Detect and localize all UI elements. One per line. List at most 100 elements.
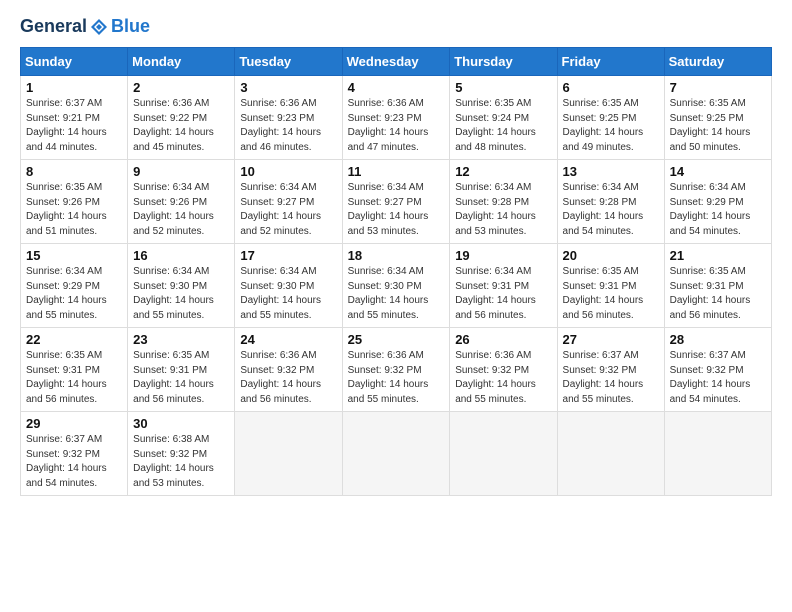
day-info: Sunrise: 6:36 AMSunset: 9:23 PMDaylight:… — [240, 97, 336, 155]
day-number: 3 — [240, 80, 336, 95]
day-info: Sunrise: 6:35 AMSunset: 9:31 PMDaylight:… — [133, 349, 229, 407]
day-number: 5 — [455, 80, 551, 95]
day-number: 7 — [670, 80, 766, 95]
calendar-day-cell: 8 Sunrise: 6:35 AMSunset: 9:26 PMDaylight… — [21, 160, 128, 244]
day-number: 14 — [670, 164, 766, 179]
day-info: Sunrise: 6:35 AMSunset: 9:26 PMDaylight:… — [26, 181, 122, 239]
day-info: Sunrise: 6:37 AMSunset: 9:32 PMDaylight:… — [670, 349, 766, 407]
calendar-day-cell: 15 Sunrise: 6:34 AMSunset: 9:29 PMDayligh… — [21, 244, 128, 328]
empty-cell — [235, 412, 342, 496]
calendar-day-cell: 22Sunrise: 6:35 AMSunset: 9:31 PMDayligh… — [21, 328, 128, 412]
day-number: 29 — [26, 416, 122, 431]
day-number: 25 — [348, 332, 445, 347]
day-info: Sunrise: 6:34 AMSunset: 9:27 PMDaylight:… — [348, 181, 445, 239]
calendar-day-cell: 19 Sunrise: 6:34 AMSunset: 9:31 PMDayligh… — [450, 244, 557, 328]
calendar-day-cell: 28 Sunrise: 6:37 AMSunset: 9:32 PMDayligh… — [664, 328, 771, 412]
day-info: Sunrise: 6:35 AMSunset: 9:25 PMDaylight:… — [563, 97, 659, 155]
day-info: Sunrise: 6:36 AMSunset: 9:22 PMDaylight:… — [133, 97, 229, 155]
day-info: Sunrise: 6:34 AMSunset: 9:30 PMDaylight:… — [133, 265, 229, 323]
day-info: Sunrise: 6:34 AMSunset: 9:29 PMDaylight:… — [670, 181, 766, 239]
day-number: 19 — [455, 248, 551, 263]
day-number: 22 — [26, 332, 122, 347]
day-info: Sunrise: 6:36 AMSunset: 9:32 PMDaylight:… — [348, 349, 445, 407]
calendar-day-cell: 17Sunrise: 6:34 AMSunset: 9:30 PMDayligh… — [235, 244, 342, 328]
day-number: 1 — [26, 80, 122, 95]
calendar-day-cell: 16 Sunrise: 6:34 AMSunset: 9:30 PMDayligh… — [128, 244, 235, 328]
day-header-friday: Friday — [557, 48, 664, 76]
day-number: 30 — [133, 416, 229, 431]
day-info: Sunrise: 6:34 AMSunset: 9:31 PMDaylight:… — [455, 265, 551, 323]
day-number: 16 — [133, 248, 229, 263]
calendar-day-cell: 30 Sunrise: 6:38 AMSunset: 9:32 PMDayligh… — [128, 412, 235, 496]
day-number: 28 — [670, 332, 766, 347]
calendar-day-cell: 27 Sunrise: 6:37 AMSunset: 9:32 PMDayligh… — [557, 328, 664, 412]
day-info: Sunrise: 6:34 AMSunset: 9:28 PMDaylight:… — [563, 181, 659, 239]
calendar-day-cell: 6 Sunrise: 6:35 AMSunset: 9:25 PMDaylight… — [557, 76, 664, 160]
day-info: Sunrise: 6:34 AMSunset: 9:27 PMDaylight:… — [240, 181, 336, 239]
calendar-day-cell: 23 Sunrise: 6:35 AMSunset: 9:31 PMDayligh… — [128, 328, 235, 412]
day-number: 8 — [26, 164, 122, 179]
day-info: Sunrise: 6:36 AMSunset: 9:32 PMDaylight:… — [240, 349, 336, 407]
calendar-week-row: 29Sunrise: 6:37 AMSunset: 9:32 PMDayligh… — [21, 412, 772, 496]
day-info: Sunrise: 6:35 AMSunset: 9:31 PMDaylight:… — [670, 265, 766, 323]
day-header-monday: Monday — [128, 48, 235, 76]
calendar-day-cell: 9Sunrise: 6:34 AMSunset: 9:26 PMDaylight… — [128, 160, 235, 244]
page: General Blue SundayMondayTuesdayWednesda… — [0, 0, 792, 612]
day-number: 21 — [670, 248, 766, 263]
day-number: 27 — [563, 332, 659, 347]
calendar-day-cell: 20 Sunrise: 6:35 AMSunset: 9:31 PMDayligh… — [557, 244, 664, 328]
calendar-day-cell: 18 Sunrise: 6:34 AMSunset: 9:30 PMDayligh… — [342, 244, 450, 328]
empty-cell — [557, 412, 664, 496]
day-info: Sunrise: 6:35 AMSunset: 9:24 PMDaylight:… — [455, 97, 551, 155]
calendar-day-cell: 26Sunrise: 6:36 AMSunset: 9:32 PMDayligh… — [450, 328, 557, 412]
day-header-thursday: Thursday — [450, 48, 557, 76]
day-info: Sunrise: 6:34 AMSunset: 9:30 PMDaylight:… — [348, 265, 445, 323]
calendar-day-cell: 24 Sunrise: 6:36 AMSunset: 9:32 PMDayligh… — [235, 328, 342, 412]
logo: General Blue — [20, 16, 150, 37]
calendar-week-row: 1Sunrise: 6:37 AMSunset: 9:21 PMDaylight… — [21, 76, 772, 160]
day-info: Sunrise: 6:35 AMSunset: 9:31 PMDaylight:… — [563, 265, 659, 323]
day-number: 12 — [455, 164, 551, 179]
empty-cell — [450, 412, 557, 496]
day-number: 23 — [133, 332, 229, 347]
day-number: 18 — [348, 248, 445, 263]
day-number: 20 — [563, 248, 659, 263]
day-header-sunday: Sunday — [21, 48, 128, 76]
calendar-day-cell: 5 Sunrise: 6:35 AMSunset: 9:24 PMDaylight… — [450, 76, 557, 160]
day-info: Sunrise: 6:38 AMSunset: 9:32 PMDaylight:… — [133, 433, 229, 491]
calendar-day-cell: 14 Sunrise: 6:34 AMSunset: 9:29 PMDayligh… — [664, 160, 771, 244]
day-number: 15 — [26, 248, 122, 263]
calendar-day-cell: 11 Sunrise: 6:34 AMSunset: 9:27 PMDayligh… — [342, 160, 450, 244]
calendar-table: SundayMondayTuesdayWednesdayThursdayFrid… — [20, 47, 772, 496]
day-number: 10 — [240, 164, 336, 179]
day-number: 11 — [348, 164, 445, 179]
day-header-tuesday: Tuesday — [235, 48, 342, 76]
calendar-day-cell: 25 Sunrise: 6:36 AMSunset: 9:32 PMDayligh… — [342, 328, 450, 412]
day-header-saturday: Saturday — [664, 48, 771, 76]
day-number: 26 — [455, 332, 551, 347]
day-info: Sunrise: 6:34 AMSunset: 9:29 PMDaylight:… — [26, 265, 122, 323]
day-info: Sunrise: 6:34 AMSunset: 9:28 PMDaylight:… — [455, 181, 551, 239]
calendar-week-row: 8 Sunrise: 6:35 AMSunset: 9:26 PMDaylight… — [21, 160, 772, 244]
calendar-day-cell: 1Sunrise: 6:37 AMSunset: 9:21 PMDaylight… — [21, 76, 128, 160]
calendar-day-cell: 10 Sunrise: 6:34 AMSunset: 9:27 PMDayligh… — [235, 160, 342, 244]
header: General Blue — [20, 16, 772, 37]
day-info: Sunrise: 6:37 AMSunset: 9:32 PMDaylight:… — [563, 349, 659, 407]
calendar-day-cell: 21 Sunrise: 6:35 AMSunset: 9:31 PMDayligh… — [664, 244, 771, 328]
day-info: Sunrise: 6:34 AMSunset: 9:26 PMDaylight:… — [133, 181, 229, 239]
day-number: 24 — [240, 332, 336, 347]
calendar-day-cell: 13Sunrise: 6:34 AMSunset: 9:28 PMDayligh… — [557, 160, 664, 244]
empty-cell — [664, 412, 771, 496]
calendar-day-cell: 12 Sunrise: 6:34 AMSunset: 9:28 PMDayligh… — [450, 160, 557, 244]
day-number: 2 — [133, 80, 229, 95]
day-number: 6 — [563, 80, 659, 95]
calendar-week-row: 15 Sunrise: 6:34 AMSunset: 9:29 PMDayligh… — [21, 244, 772, 328]
calendar-day-cell: 3 Sunrise: 6:36 AMSunset: 9:23 PMDaylight… — [235, 76, 342, 160]
day-info: Sunrise: 6:34 AMSunset: 9:30 PMDaylight:… — [240, 265, 336, 323]
logo-general-text: General — [20, 16, 87, 37]
calendar-day-cell: 29Sunrise: 6:37 AMSunset: 9:32 PMDayligh… — [21, 412, 128, 496]
day-info: Sunrise: 6:36 AMSunset: 9:23 PMDaylight:… — [348, 97, 445, 155]
logo-icon — [89, 17, 109, 37]
calendar-week-row: 22 Sunrise: 6:35 AMSunset: 9:31 PMDayligh… — [21, 328, 772, 412]
empty-cell — [342, 412, 450, 496]
